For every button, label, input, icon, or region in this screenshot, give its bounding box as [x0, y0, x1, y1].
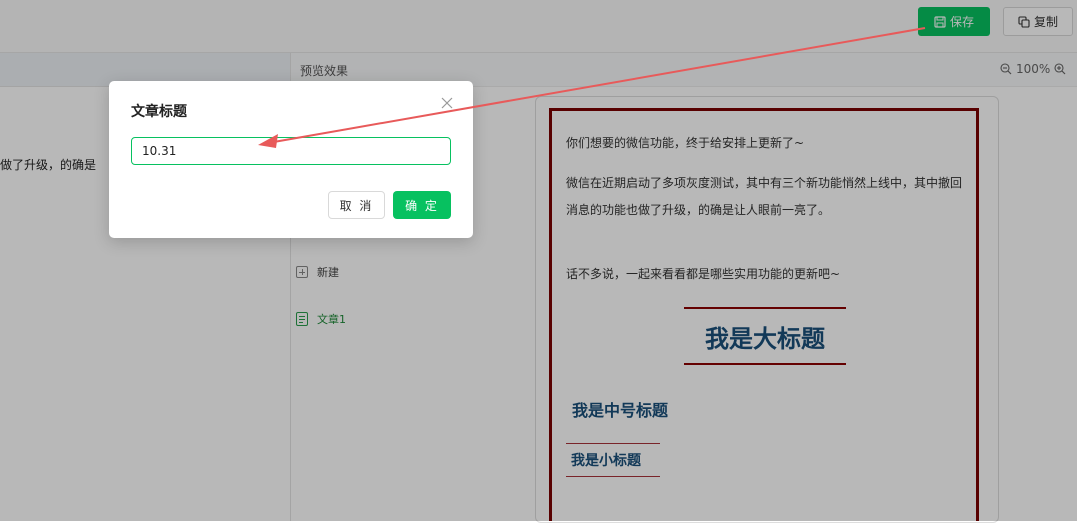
modal-overlay[interactable]	[0, 0, 1077, 521]
cancel-button[interactable]: 取 消	[328, 191, 385, 219]
dialog-title: 文章标题	[131, 104, 187, 120]
close-icon[interactable]	[440, 96, 454, 110]
article-title-input[interactable]	[131, 137, 451, 165]
confirm-button[interactable]: 确 定	[393, 191, 451, 219]
